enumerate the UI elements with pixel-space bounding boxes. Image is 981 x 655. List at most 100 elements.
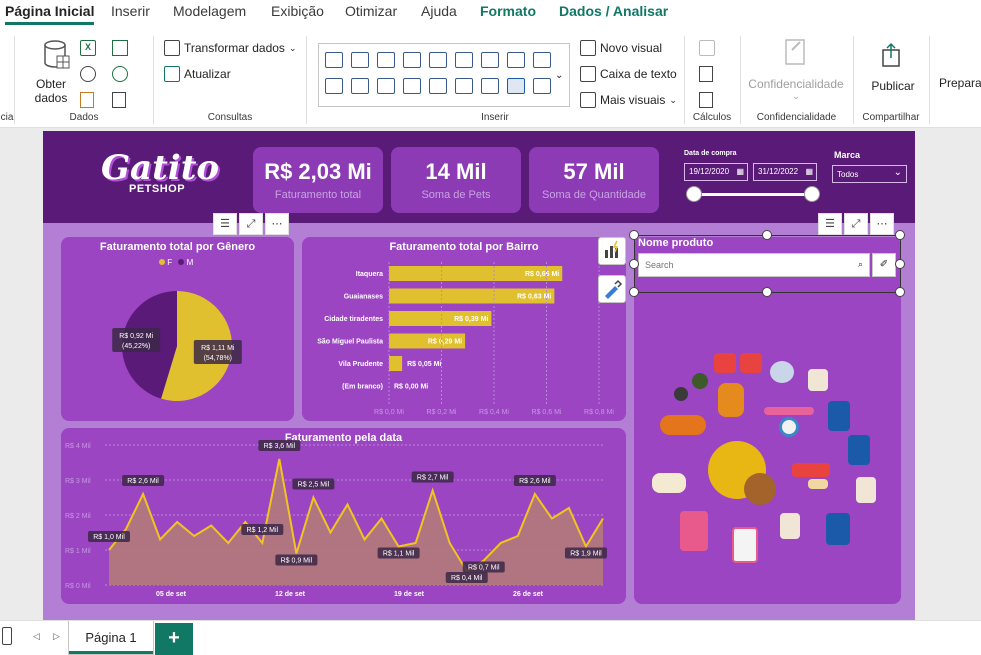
new-measure-icon[interactable] bbox=[699, 40, 715, 56]
tab-modelagem[interactable]: Modelagem bbox=[173, 3, 246, 19]
mais-visuais-button[interactable]: Mais visuais ⌄ bbox=[580, 92, 677, 108]
pie-chart-panel[interactable]: Faturamento total por Gênero F M R$ 1,11… bbox=[61, 237, 294, 421]
product-image-can[interactable] bbox=[732, 527, 758, 563]
quick-measure-icon[interactable] bbox=[699, 92, 713, 108]
confidencialidade-button[interactable]: Confidencialidade ⌄ bbox=[746, 38, 846, 102]
eraser-icon[interactable]: ✐ bbox=[872, 253, 896, 277]
obter-dados-button[interactable]: Obter dados bbox=[26, 40, 76, 106]
product-image-treat-bag[interactable] bbox=[680, 511, 708, 551]
product-image-food-bag[interactable] bbox=[780, 513, 800, 539]
date-slider-end-handle[interactable] bbox=[804, 186, 820, 202]
phone-layout-icon[interactable] bbox=[2, 627, 12, 645]
tab-inserir[interactable]: Inserir bbox=[111, 3, 150, 19]
product-image-collar[interactable] bbox=[792, 463, 830, 477]
focus-mode-icon[interactable]: ⤢ bbox=[239, 213, 263, 235]
product-image-mouse-toy[interactable] bbox=[770, 361, 794, 383]
visual-type-icon[interactable] bbox=[403, 78, 421, 94]
tab-dados-analisar[interactable]: Dados / Analisar bbox=[559, 3, 668, 19]
product-image-cat-food[interactable] bbox=[828, 401, 850, 431]
product-image-ball[interactable] bbox=[744, 473, 776, 505]
resize-handle[interactable] bbox=[895, 287, 905, 297]
marca-dropdown[interactable]: Todos ⌄ bbox=[832, 165, 907, 183]
product-search-box[interactable]: ⌕ bbox=[638, 253, 870, 277]
visual-type-icon[interactable] bbox=[429, 52, 447, 68]
visual-type-icon[interactable] bbox=[325, 78, 343, 94]
bar-chart-panel[interactable]: Faturamento total por Bairro Itaquera R$ … bbox=[302, 237, 626, 421]
tab-formato[interactable]: Formato bbox=[480, 3, 536, 19]
page-tab-pagina-1[interactable]: Página 1 bbox=[68, 621, 154, 655]
visual-type-icon[interactable] bbox=[377, 78, 395, 94]
date-end-input[interactable]: 31/12/2022 ▦ bbox=[753, 163, 817, 181]
more-options-icon[interactable]: ⋯ bbox=[870, 213, 894, 235]
insight-icon[interactable] bbox=[598, 237, 626, 265]
focus-mode-icon[interactable]: ⤢ bbox=[844, 213, 868, 235]
document-icon[interactable] bbox=[80, 92, 94, 108]
caixa-texto-button[interactable]: Caixa de texto bbox=[580, 66, 677, 82]
atualizar-button[interactable]: Atualizar bbox=[164, 66, 231, 82]
resize-handle[interactable] bbox=[895, 230, 905, 240]
tab-otimizar[interactable]: Otimizar bbox=[345, 3, 397, 19]
add-page-button[interactable]: + bbox=[155, 623, 193, 655]
filter-icon[interactable]: ☰ bbox=[818, 213, 842, 235]
tab-exibicao[interactable]: Exibição bbox=[271, 3, 324, 19]
resize-handle[interactable] bbox=[629, 287, 639, 297]
product-image-tag[interactable] bbox=[779, 417, 799, 437]
product-image-clothing[interactable] bbox=[740, 353, 762, 373]
prev-page-icon[interactable]: ◁ bbox=[33, 631, 40, 642]
gallery-expand-button[interactable]: ⌄ bbox=[555, 70, 563, 81]
visual-type-icon[interactable] bbox=[533, 52, 551, 68]
novo-visual-button[interactable]: Novo visual bbox=[580, 40, 662, 56]
product-image-bone[interactable] bbox=[808, 479, 828, 489]
product-image-dog-toy[interactable] bbox=[718, 383, 744, 417]
resize-handle[interactable] bbox=[762, 287, 772, 297]
visual-type-icon[interactable] bbox=[481, 78, 499, 94]
tab-ajuda[interactable]: Ajuda bbox=[421, 3, 457, 19]
product-image-toy[interactable] bbox=[692, 373, 708, 389]
product-image-food-bag[interactable] bbox=[808, 369, 828, 391]
visual-type-icon[interactable] bbox=[377, 52, 395, 68]
visual-type-icon[interactable] bbox=[533, 78, 551, 94]
more-options-icon[interactable]: ⋯ bbox=[265, 213, 289, 235]
onelake-icon[interactable] bbox=[80, 66, 96, 82]
product-image-collar[interactable] bbox=[660, 415, 706, 435]
table-icon[interactable] bbox=[112, 40, 128, 56]
publicar-button[interactable]: Publicar bbox=[866, 40, 920, 93]
visual-type-icon[interactable] bbox=[351, 78, 369, 94]
resize-handle[interactable] bbox=[895, 259, 905, 269]
visual-type-icon[interactable] bbox=[455, 52, 473, 68]
dataverse-icon[interactable] bbox=[112, 66, 128, 82]
visual-type-icon[interactable] bbox=[403, 52, 421, 68]
recent-sources-icon[interactable] bbox=[112, 92, 126, 108]
visual-type-icon[interactable] bbox=[507, 78, 525, 94]
visual-type-icon[interactable] bbox=[351, 52, 369, 68]
product-image-clothing[interactable] bbox=[714, 353, 736, 373]
visual-type-icon[interactable] bbox=[481, 52, 499, 68]
date-slider-start-handle[interactable] bbox=[686, 186, 702, 202]
visual-type-icon[interactable] bbox=[507, 52, 525, 68]
resize-handle[interactable] bbox=[762, 230, 772, 240]
resize-handle[interactable] bbox=[629, 259, 639, 269]
visual-type-icon[interactable] bbox=[429, 78, 447, 94]
product-search-input[interactable] bbox=[645, 255, 845, 275]
preparar-button[interactable]: Preparar bbox=[939, 76, 981, 90]
product-image-cat-food[interactable] bbox=[848, 435, 870, 465]
next-page-icon[interactable]: ▷ bbox=[53, 631, 60, 642]
kpi-pets[interactable]: 14 Mil Soma de Pets bbox=[391, 147, 521, 213]
area-chart-panel[interactable]: Faturamento pela data R$ 4 Mil R$ 3 Mil R$… bbox=[61, 428, 626, 604]
product-image-bone[interactable] bbox=[652, 473, 686, 493]
format-painter-icon[interactable] bbox=[598, 275, 626, 303]
resize-handle[interactable] bbox=[629, 230, 639, 240]
product-image-food-bag[interactable] bbox=[856, 477, 876, 503]
transformar-dados-button[interactable]: Transformar dados ⌄ bbox=[164, 40, 296, 56]
kpi-quantidade[interactable]: 57 Mil Soma de Quantidade bbox=[529, 147, 659, 213]
calculator-icon[interactable] bbox=[699, 66, 713, 82]
date-start-input[interactable]: 19/12/2020 ▦ bbox=[684, 163, 748, 181]
excel-icon[interactable]: X bbox=[80, 40, 96, 56]
product-image-toy[interactable] bbox=[674, 387, 688, 401]
visual-type-icon[interactable] bbox=[325, 52, 343, 68]
kpi-faturamento[interactable]: R$ 2,03 Mi Faturamento total bbox=[253, 147, 383, 213]
visual-type-icon[interactable] bbox=[455, 78, 473, 94]
filter-icon[interactable]: ☰ bbox=[213, 213, 237, 235]
product-image-collar[interactable] bbox=[764, 407, 814, 415]
tab-pagina-inicial[interactable]: Página Inicial bbox=[5, 3, 95, 25]
